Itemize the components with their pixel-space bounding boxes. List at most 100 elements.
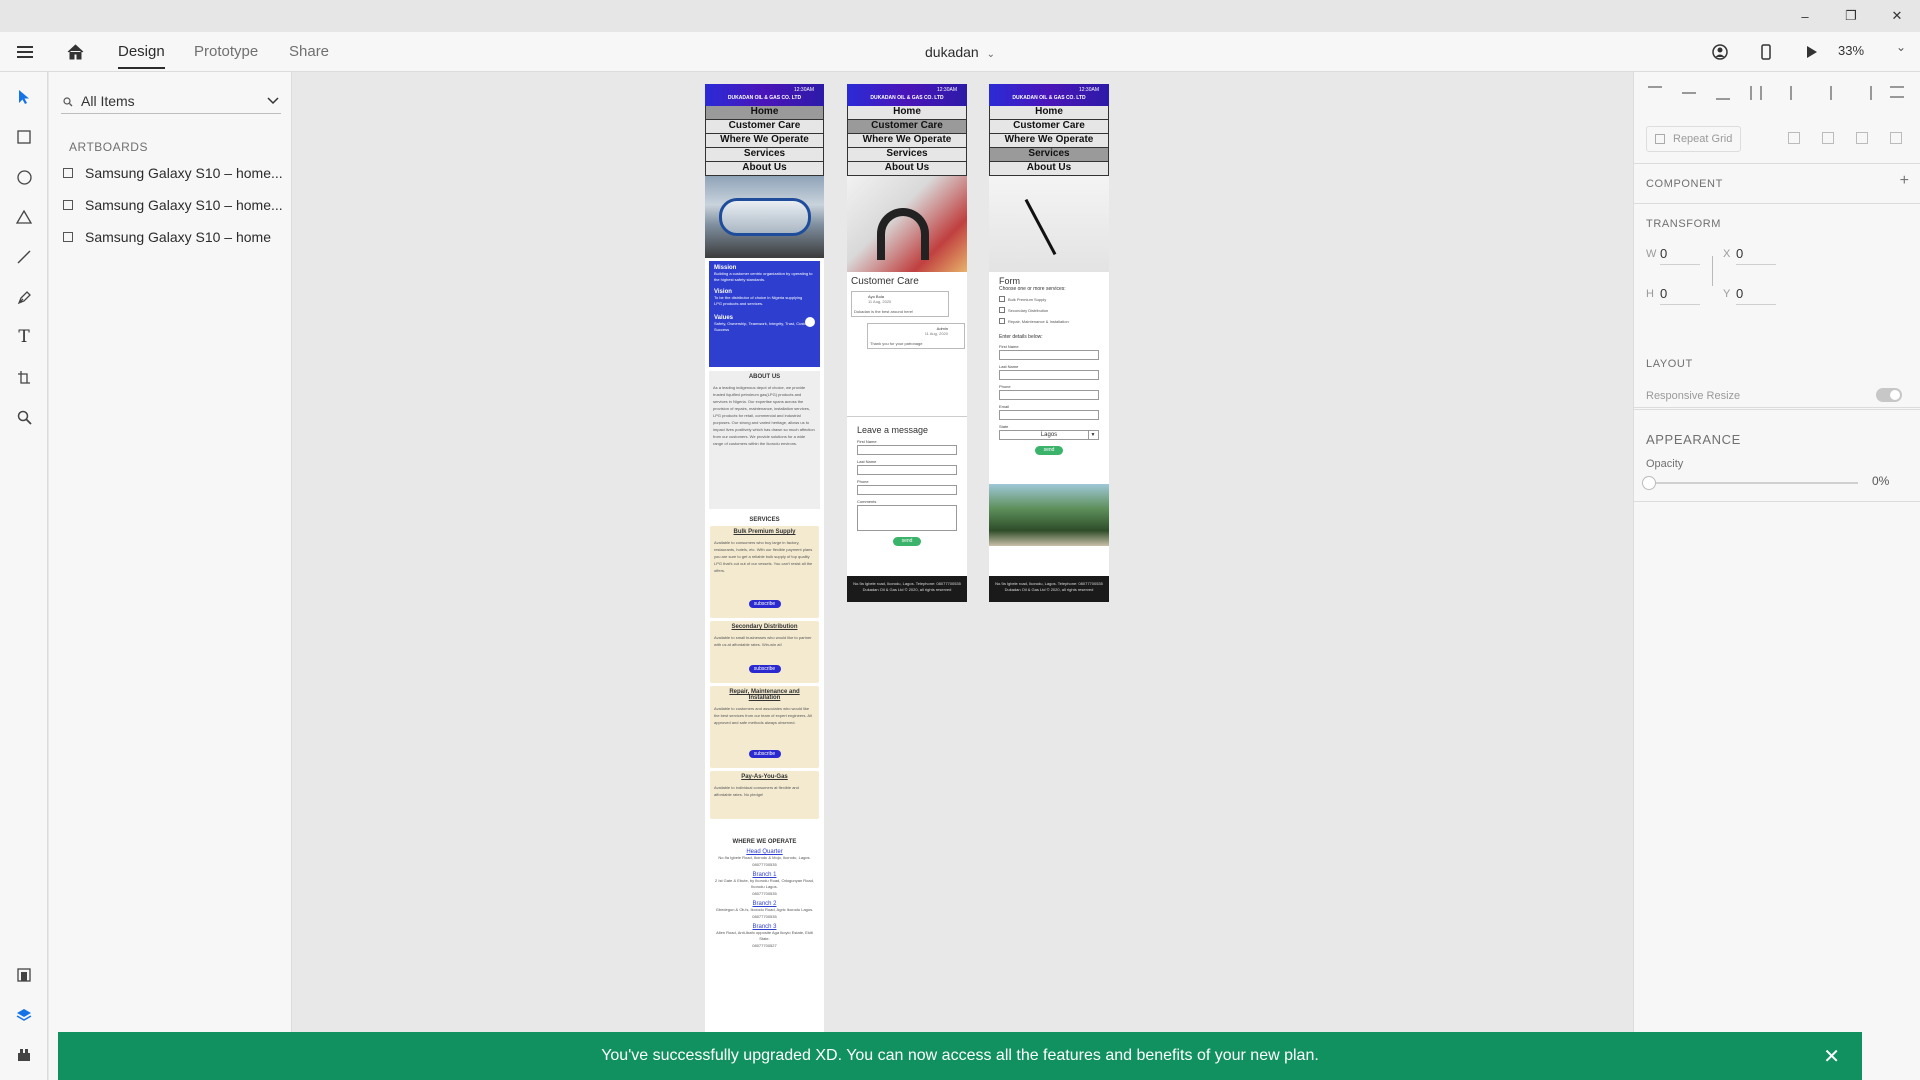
boolean-subtract-icon[interactable]: [1822, 132, 1834, 144]
width-input[interactable]: 0: [1660, 246, 1700, 265]
artboard-item[interactable]: Samsung Galaxy S10 – home...: [63, 162, 283, 184]
opacity-slider[interactable]: [1642, 476, 1858, 490]
nav-home[interactable]: Home: [989, 106, 1109, 120]
service-checkbox-row[interactable]: Repair, Maintenance & Installation: [999, 318, 1099, 324]
add-component-icon[interactable]: +: [1900, 172, 1909, 190]
boolean-add-icon[interactable]: [1788, 132, 1800, 144]
first-name-input[interactable]: [999, 350, 1099, 360]
email-input[interactable]: [999, 410, 1099, 420]
mail-icon[interactable]: [805, 317, 815, 327]
phone-nav: Home Customer Care Where We Operate Serv…: [989, 106, 1109, 176]
nav-customer-care[interactable]: Customer Care: [989, 120, 1109, 134]
nav-home[interactable]: Home: [705, 106, 824, 120]
x-input[interactable]: 0: [1736, 246, 1776, 265]
service-checkbox-row[interactable]: Secondary Distribution: [999, 307, 1099, 313]
nav-about-us[interactable]: About Us: [989, 162, 1109, 176]
last-name-input[interactable]: [857, 465, 957, 475]
chat-date: 11 Aug, 2020: [924, 331, 948, 336]
close-window-button[interactable]: ✕: [1874, 0, 1920, 32]
nav-services[interactable]: Services: [705, 148, 824, 162]
zoom-tool-icon[interactable]: [9, 402, 39, 432]
phone-input[interactable]: [857, 485, 957, 495]
artboard-item[interactable]: Samsung Galaxy S10 – home...: [63, 194, 283, 216]
subscribe-button[interactable]: subscribe: [748, 600, 781, 608]
close-icon[interactable]: ✕: [1823, 1044, 1840, 1069]
boolean-exclude-icon[interactable]: [1890, 132, 1902, 144]
artboard-customer-care[interactable]: 12:30AM DUKADAN OIL & GAS CO. LTD Home C…: [847, 84, 967, 602]
align-middle-icon[interactable]: [1682, 92, 1696, 94]
lock-aspect-icon[interactable]: [1712, 256, 1718, 286]
subscribe-button[interactable]: subscribe: [748, 750, 781, 758]
tab-prototype[interactable]: Prototype: [194, 43, 258, 60]
user-account-icon[interactable]: [1708, 32, 1732, 72]
hamburger-menu-icon[interactable]: [12, 32, 38, 72]
artboard-tool-icon[interactable]: [9, 362, 39, 392]
field-label: Phone: [857, 479, 869, 484]
align-center-icon[interactable]: [1830, 86, 1832, 100]
line-tool-icon[interactable]: [9, 242, 39, 272]
plugins-panel-icon[interactable]: [9, 1040, 39, 1070]
nav-where-we-operate[interactable]: Where We Operate: [705, 134, 824, 148]
nav-about-us[interactable]: About Us: [847, 162, 967, 176]
service-checkbox-row[interactable]: Bulk Premium Supply: [999, 296, 1099, 302]
nav-customer-care[interactable]: Customer Care: [847, 120, 967, 134]
repeat-grid-button[interactable]: Repeat Grid: [1646, 126, 1741, 152]
phone-header: 12:30AM DUKADAN OIL & GAS CO. LTD: [847, 84, 967, 106]
document-title-dropdown[interactable]: dukadan ⌄: [925, 44, 995, 60]
distribute-horizontal-icon[interactable]: [1890, 86, 1904, 98]
opacity-slider-handle[interactable]: [1642, 476, 1656, 490]
checkbox[interactable]: [999, 296, 1005, 302]
y-label: Y: [1723, 288, 1731, 300]
nav-where-we-operate[interactable]: Where We Operate: [989, 134, 1109, 148]
checkbox[interactable]: [999, 318, 1005, 324]
checkbox[interactable]: [999, 307, 1005, 313]
assets-panel-icon[interactable]: [9, 960, 39, 990]
opacity-value[interactable]: 0%: [1872, 474, 1889, 488]
tab-design[interactable]: Design: [118, 43, 165, 69]
nav-customer-care[interactable]: Customer Care: [705, 120, 824, 134]
minimize-button[interactable]: –: [1782, 0, 1828, 32]
zoom-level[interactable]: 33%: [1838, 43, 1864, 58]
align-top-icon[interactable]: [1648, 86, 1662, 100]
boolean-intersect-icon[interactable]: [1856, 132, 1868, 144]
artboard-home[interactable]: 12:30AM DUKADAN OIL & GAS CO. LTD Home C…: [705, 84, 824, 1044]
height-input[interactable]: 0: [1660, 286, 1700, 305]
zoom-chevron-down-icon[interactable]: ⌄: [1896, 40, 1906, 54]
y-input[interactable]: 0: [1736, 286, 1776, 305]
polygon-tool-icon[interactable]: [9, 202, 39, 232]
send-button[interactable]: send: [893, 537, 921, 546]
nav-where-we-operate[interactable]: Where We Operate: [847, 134, 967, 148]
select-tool-icon[interactable]: [9, 82, 39, 112]
responsive-resize-toggle[interactable]: [1876, 388, 1902, 402]
play-icon[interactable]: [1800, 32, 1824, 72]
artboard-item[interactable]: Samsung Galaxy S10 – home: [63, 226, 271, 248]
subscribe-button[interactable]: subscribe: [748, 665, 781, 673]
align-left-icon[interactable]: [1790, 86, 1804, 100]
rectangle-tool-icon[interactable]: [9, 122, 39, 152]
nav-home[interactable]: Home: [847, 106, 967, 120]
state-select[interactable]: Lagos ▼: [999, 430, 1099, 440]
align-bottom-icon[interactable]: [1716, 86, 1730, 100]
ellipse-tool-icon[interactable]: [9, 162, 39, 192]
distribute-vertical-icon[interactable]: [1750, 86, 1762, 100]
artboard-form[interactable]: 12:30AM DUKADAN OIL & GAS CO. LTD Home C…: [989, 84, 1109, 602]
layers-filter-dropdown[interactable]: All Items: [61, 86, 281, 114]
where-we-operate-title: WHERE WE OPERATE: [732, 839, 797, 845]
nav-services[interactable]: Services: [989, 148, 1109, 162]
home-icon[interactable]: [62, 32, 88, 72]
nav-about-us[interactable]: About Us: [705, 162, 824, 176]
send-button[interactable]: send: [1035, 446, 1063, 455]
first-name-input[interactable]: [857, 445, 957, 455]
nav-services[interactable]: Services: [847, 148, 967, 162]
align-right-icon[interactable]: [1858, 86, 1872, 100]
layers-panel-icon[interactable]: [9, 1000, 39, 1030]
last-name-input[interactable]: [999, 370, 1099, 380]
design-canvas[interactable]: 12:30AM DUKADAN OIL & GAS CO. LTD Home C…: [293, 72, 1632, 1080]
tab-share[interactable]: Share: [289, 43, 329, 60]
device-preview-icon[interactable]: [1754, 32, 1778, 72]
comments-textarea[interactable]: [857, 505, 957, 531]
maximize-button[interactable]: ❐: [1828, 0, 1874, 32]
text-tool-icon[interactable]: T: [9, 322, 39, 352]
phone-input[interactable]: [999, 390, 1099, 400]
pen-tool-icon[interactable]: [9, 282, 39, 312]
